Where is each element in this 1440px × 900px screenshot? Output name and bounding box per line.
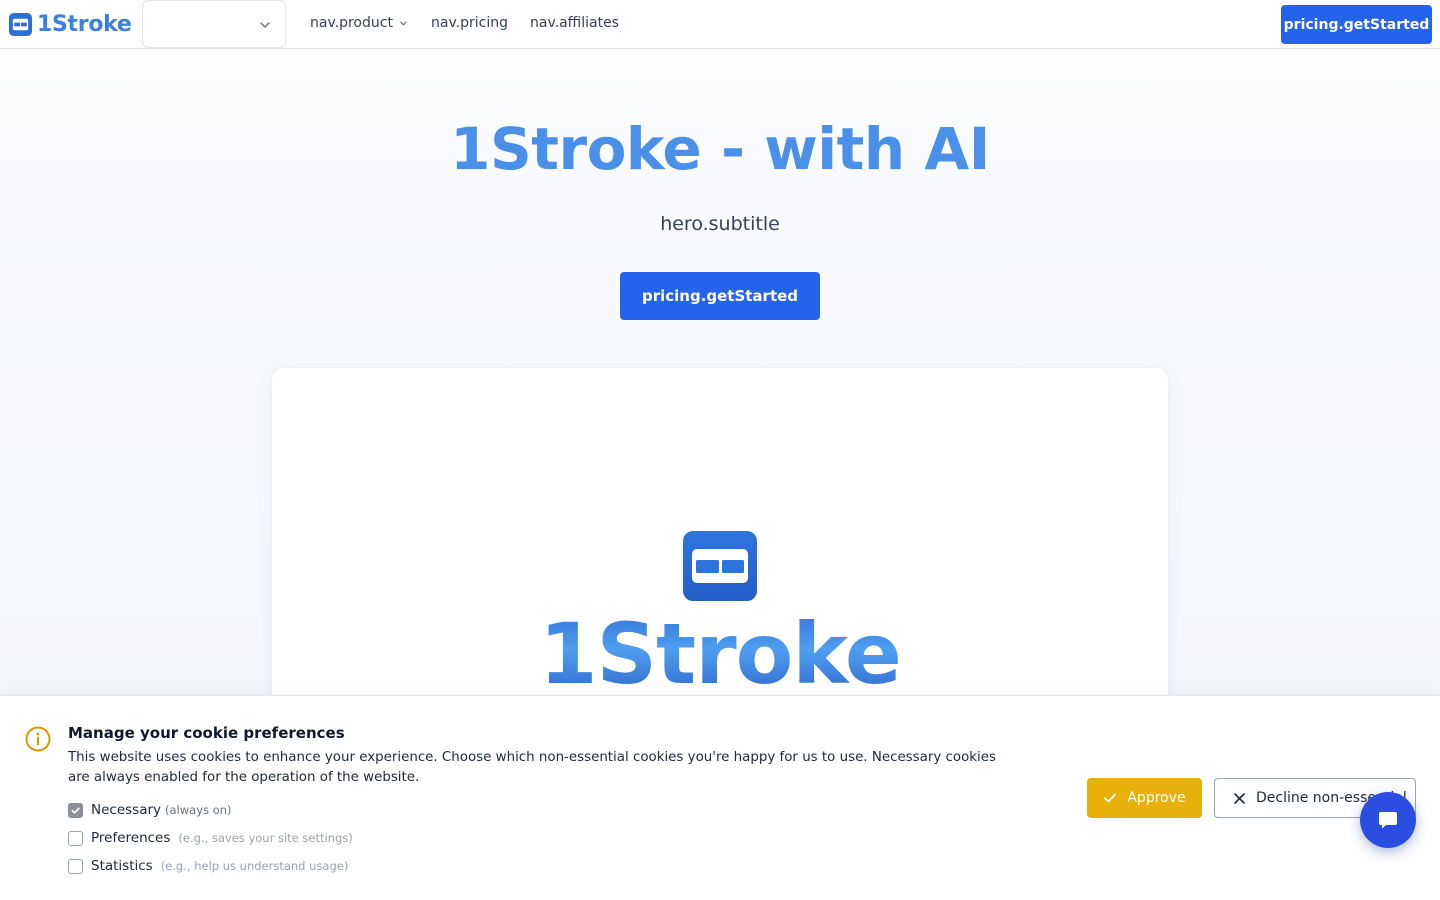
preview-logo-text: 1Stroke	[272, 604, 1168, 704]
close-icon	[1234, 792, 1245, 804]
preferences-hint: (e.g., saves your site settings)	[178, 831, 353, 845]
nav-affiliates-label: nav.affiliates	[530, 15, 619, 31]
nav-pricing-label: nav.pricing	[431, 15, 508, 31]
header-get-started-button[interactable]: pricing.getStarted	[1281, 5, 1432, 44]
brand-logo[interactable]: 1Stroke	[8, 11, 132, 37]
cookie-option-preferences[interactable]: Preferences (e.g., saves your site setti…	[68, 830, 353, 846]
preferences-label: Preferences	[91, 830, 171, 846]
nav-pricing[interactable]: nav.pricing	[431, 15, 508, 31]
approve-cookies-button[interactable]: Approve	[1087, 778, 1202, 818]
cookie-banner-text: This website uses cookies to enhance you…	[68, 750, 996, 785]
statistics-hint: (e.g., help us understand usage)	[160, 859, 349, 873]
nav-product[interactable]: nav.product	[310, 15, 408, 31]
1stroke-logo-icon	[683, 531, 757, 601]
checkmark-icon	[71, 806, 80, 814]
cookie-option-necessary: Necessary (always on)	[68, 802, 231, 818]
cookie-banner-title: Manage your cookie preferences	[68, 724, 345, 742]
hero-get-started-button[interactable]: pricing.getStarted	[620, 272, 820, 320]
chat-launcher-button[interactable]	[1360, 792, 1416, 848]
brand-name: 1Stroke	[37, 11, 132, 37]
site-header: 1Stroke nav.product nav.pricing nav.affi…	[0, 0, 1440, 49]
chevron-down-icon	[400, 21, 407, 26]
necessary-checkbox	[68, 802, 83, 818]
language-select[interactable]	[142, 0, 286, 48]
approve-label: Approve	[1127, 790, 1186, 806]
preferences-checkbox[interactable]	[68, 830, 83, 846]
nav-product-label: nav.product	[310, 15, 393, 31]
cookie-banner: Manage your cookie preferences This webs…	[0, 695, 1440, 900]
hero-subtitle: hero.subtitle	[660, 213, 780, 235]
1stroke-logo-icon	[8, 12, 33, 36]
statistics-checkbox[interactable]	[68, 858, 83, 874]
hero-title: 1Stroke - with AI	[450, 115, 990, 183]
info-icon	[25, 726, 51, 752]
chevron-down-icon	[260, 22, 270, 28]
statistics-label: Statistics	[91, 858, 153, 874]
necessary-label: Necessary	[91, 802, 162, 818]
cookie-option-statistics[interactable]: Statistics (e.g., help us understand usa…	[68, 858, 348, 874]
chat-bubble-icon	[1379, 812, 1397, 829]
necessary-hint: (always on)	[165, 803, 232, 817]
nav-affiliates[interactable]: nav.affiliates	[530, 15, 619, 31]
checkmark-icon	[1104, 793, 1117, 803]
